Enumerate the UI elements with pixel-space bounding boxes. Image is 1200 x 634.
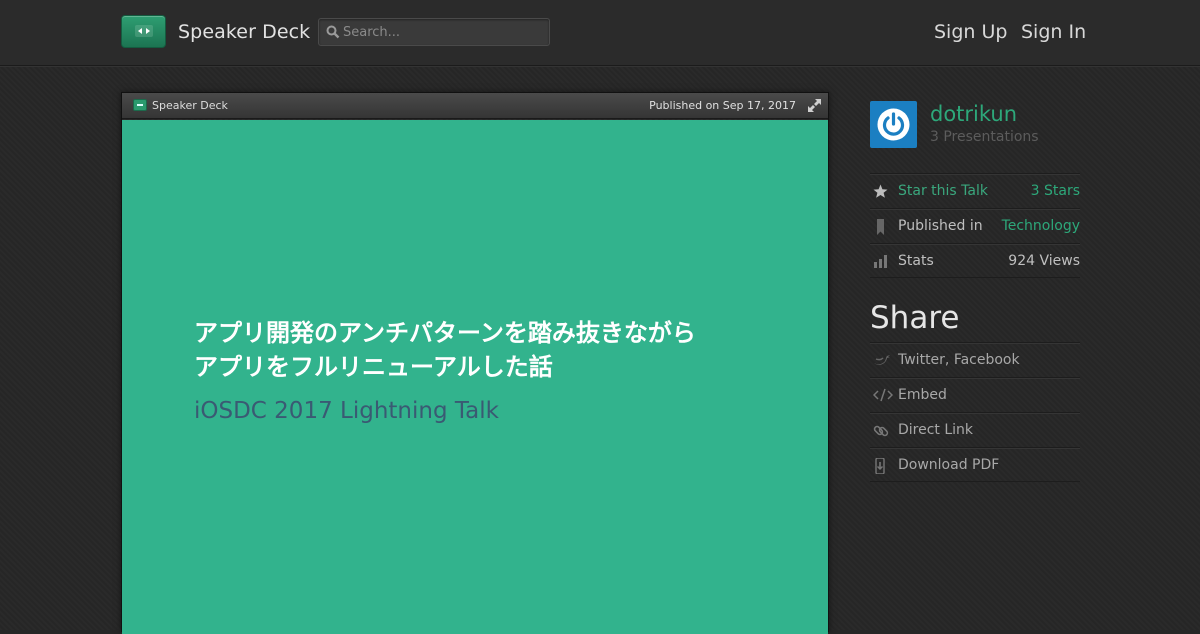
published-date: Published on Sep 17, 2017 — [649, 99, 796, 112]
fullscreen-icon[interactable] — [808, 99, 821, 112]
direct-link-label[interactable]: Direct Link — [898, 422, 973, 438]
slide-title-line-2: アプリをフルリニューアルした話 — [194, 353, 553, 381]
slide-title: アプリ開発のアンチパターンを踏み抜きながら アプリをフルリニューアルした話 — [194, 316, 794, 384]
download-pdf-row[interactable]: Download PDF — [870, 447, 1080, 482]
star-talk-row[interactable]: Star this Talk 3 Stars — [870, 173, 1080, 208]
presentation-count[interactable]: 3 Presentations — [930, 129, 1039, 145]
author-avatar[interactable] — [870, 101, 917, 148]
author-name[interactable]: dotrikun — [930, 102, 1017, 126]
sign-up-link[interactable]: Sign Up — [934, 21, 1007, 43]
slide-canvas[interactable]: アプリ開発のアンチパターンを踏み抜きながら アプリをフルリニューアルした話 iO… — [122, 120, 828, 634]
search-icon — [326, 25, 340, 39]
talk-meta-list: Star this Talk 3 Stars Published in Tech… — [870, 173, 1080, 278]
published-in-row: Published in Technology — [870, 208, 1080, 243]
share-social-label[interactable]: Twitter, Facebook — [898, 352, 1020, 368]
link-icon — [873, 425, 889, 437]
speaker-deck-logo[interactable] — [121, 15, 166, 48]
download-pdf-label[interactable]: Download PDF — [898, 457, 999, 473]
slide-subtitle: iOSDC 2017 Lightning Talk — [194, 398, 499, 424]
star-talk-label[interactable]: Star this Talk — [898, 183, 988, 199]
sign-in-link[interactable]: Sign In — [1021, 21, 1086, 43]
view-count: 924 Views — [1008, 253, 1080, 269]
stats-row: Stats 924 Views — [870, 243, 1080, 278]
brand-name[interactable]: Speaker Deck — [178, 21, 310, 43]
search-input[interactable] — [343, 19, 543, 45]
embed-row[interactable]: Embed — [870, 377, 1080, 412]
code-icon — [873, 388, 893, 402]
player-toolbar: Speaker Deck Published on Sep 17, 2017 — [122, 93, 828, 119]
share-heading: Share — [870, 300, 960, 336]
published-in-label: Published in — [898, 218, 983, 234]
star-count[interactable]: 3 Stars — [1031, 183, 1080, 199]
category-link[interactable]: Technology — [1002, 218, 1080, 234]
bookmark-icon — [877, 219, 884, 235]
bird-icon — [874, 355, 890, 365]
direct-link-row[interactable]: Direct Link — [870, 412, 1080, 447]
slides-icon — [135, 25, 153, 37]
share-social-row[interactable]: Twitter, Facebook — [870, 342, 1080, 377]
bar-chart-icon — [874, 255, 887, 268]
power-icon — [877, 108, 910, 141]
embed-label[interactable]: Embed — [898, 387, 947, 403]
slide-title-line-1: アプリ開発のアンチパターンを踏み抜きながら — [194, 319, 696, 347]
download-icon — [875, 458, 885, 474]
top-bar: Speaker Deck Sign Up Sign In — [0, 0, 1200, 66]
star-icon — [873, 184, 888, 198]
mini-logo-icon — [133, 99, 147, 111]
search-box[interactable] — [318, 18, 550, 46]
slide-player[interactable]: Speaker Deck Published on Sep 17, 2017 ア… — [121, 92, 829, 634]
player-brand[interactable]: Speaker Deck — [152, 99, 228, 112]
stats-label: Stats — [898, 253, 934, 269]
share-list: Twitter, Facebook Embed Direct Link Down… — [870, 342, 1080, 482]
